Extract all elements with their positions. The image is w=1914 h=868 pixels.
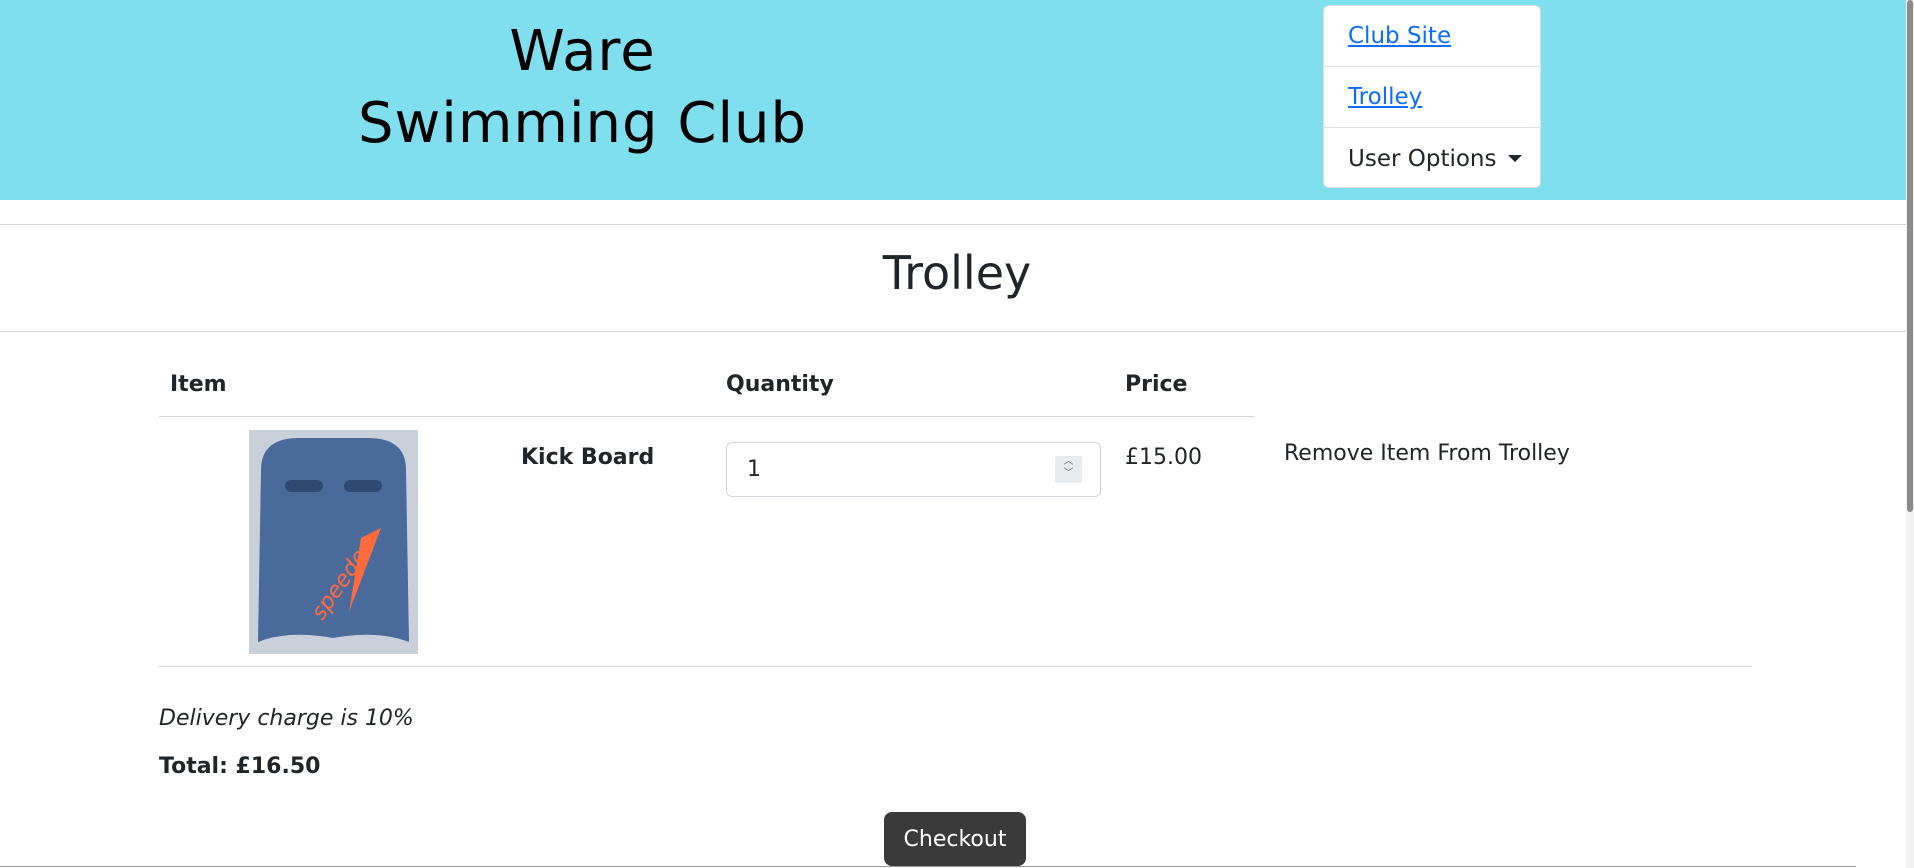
- nav-item-club-site: Club Site: [1324, 6, 1540, 67]
- table-header-divider: [159, 416, 1254, 417]
- kick-board-image: speedo: [249, 430, 418, 654]
- nav-item-user-options[interactable]: User Options: [1324, 128, 1540, 189]
- club-title-line2: Swimming Club: [357, 91, 808, 156]
- nav-item-trolley: Trolley: [1324, 67, 1540, 128]
- item-price: £15.00: [1125, 445, 1202, 470]
- chevron-down-icon[interactable]: ﹀: [1055, 468, 1082, 480]
- column-header-item: Item: [170, 372, 227, 397]
- delivery-note: Delivery charge is 10%: [159, 706, 414, 731]
- club-title: Ware Swimming Club: [300, 16, 865, 160]
- column-header-quantity: Quantity: [726, 372, 834, 397]
- checkout-button[interactable]: Checkout: [884, 812, 1026, 866]
- club-title-line1: Ware: [509, 19, 656, 84]
- divider: [0, 224, 1906, 225]
- site-header: Ware Swimming Club Club Site Trolley Use…: [0, 0, 1914, 200]
- nav-menu: Club Site Trolley User Options: [1323, 5, 1541, 188]
- divider: [0, 331, 1906, 332]
- scrollbar-thumb[interactable]: [1907, 0, 1913, 512]
- quantity-input[interactable]: [726, 442, 1101, 497]
- column-header-price: Price: [1125, 372, 1188, 397]
- footer-divider: [0, 866, 1856, 867]
- club-site-link[interactable]: Club Site: [1348, 23, 1451, 49]
- order-total: Total: £16.50: [159, 754, 321, 779]
- remove-item-button[interactable]: Remove Item From Trolley: [1284, 441, 1570, 466]
- caret-down-icon: [1508, 155, 1523, 162]
- item-name: Kick Board: [521, 445, 655, 470]
- user-options-dropdown[interactable]: User Options: [1348, 146, 1496, 172]
- chevron-up-icon[interactable]: ︿: [1055, 456, 1082, 468]
- page: Ware Swimming Club Club Site Trolley Use…: [0, 0, 1914, 868]
- table-row-divider: [159, 666, 1752, 667]
- product-image-kick-board: speedo: [249, 430, 418, 654]
- page-title: Trolley: [882, 246, 1032, 300]
- trolley-link[interactable]: Trolley: [1348, 84, 1422, 110]
- quantity-stepper[interactable]: ︿ ﹀: [1055, 456, 1082, 483]
